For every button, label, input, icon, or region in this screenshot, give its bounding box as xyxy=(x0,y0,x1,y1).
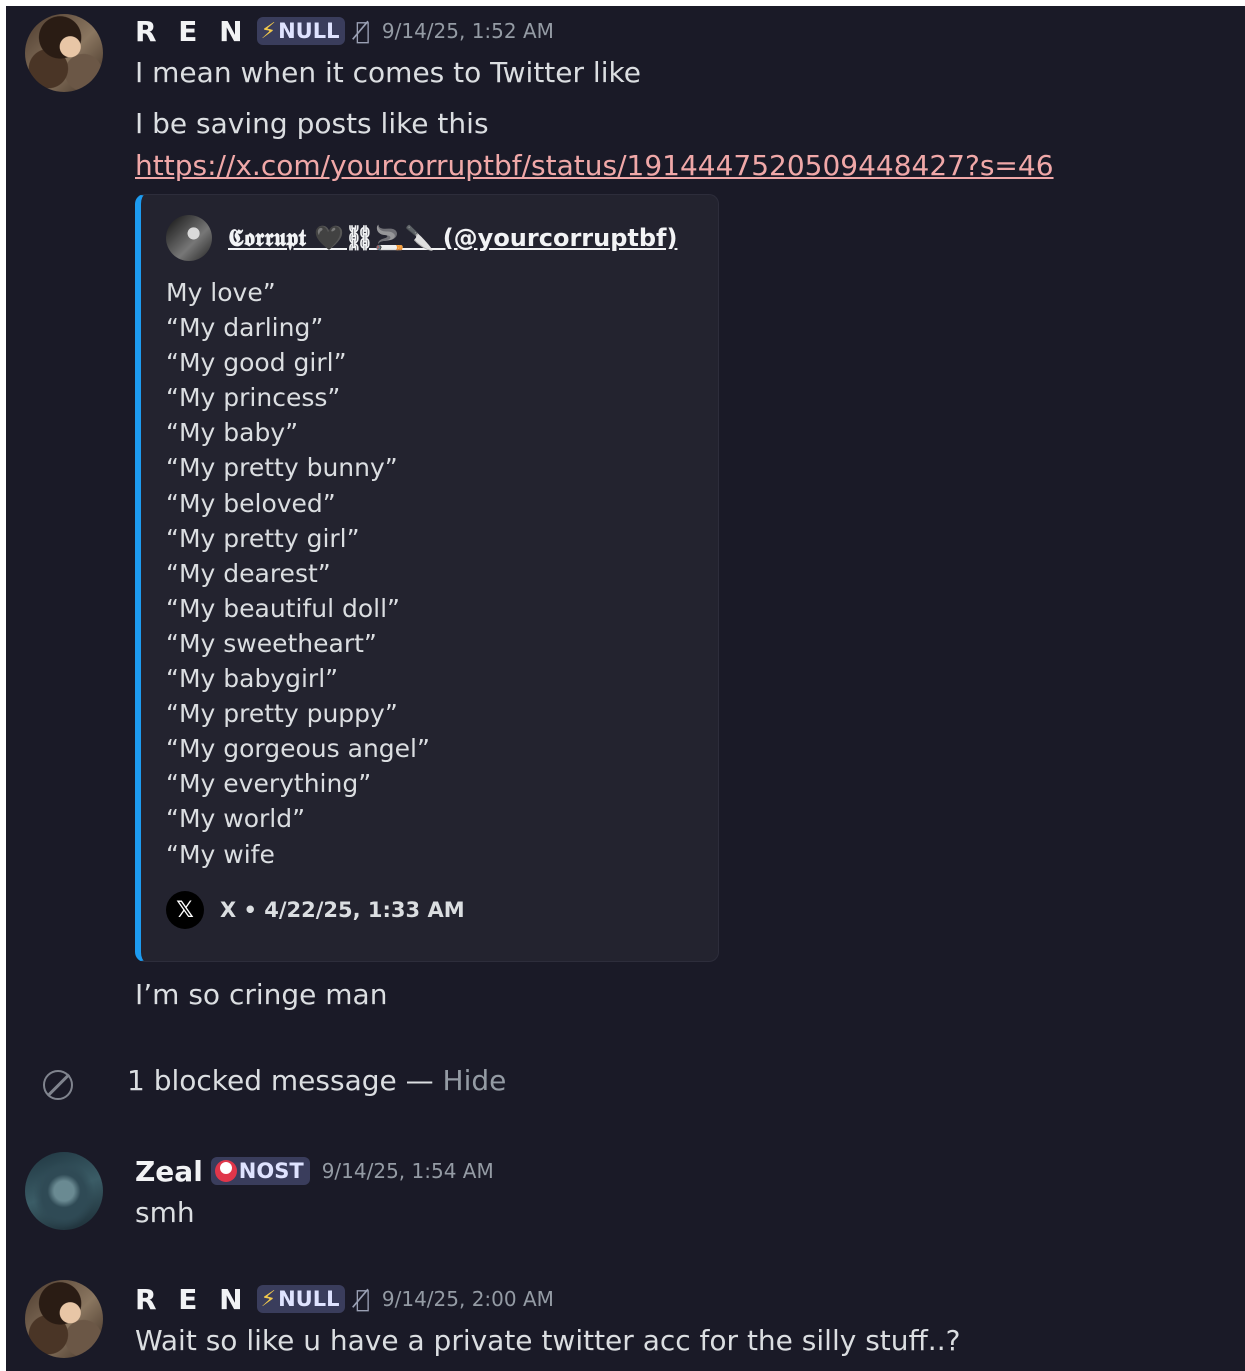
tweet-embed: 𝕮𝖔𝖗𝖗𝖚𝖕𝖙 🖤⛓🚬🔪 (@yourcorruptbf) My love” “… xyxy=(135,194,719,962)
embed-line: “My beloved” xyxy=(166,488,336,518)
embed-line: “My beautiful doll” xyxy=(166,593,400,623)
embed-footer-text: X • 4/22/25, 1:33 AM xyxy=(220,898,465,922)
orb-icon xyxy=(214,1160,237,1182)
message-text: Wait so like u have a private twitter ac… xyxy=(135,1324,961,1357)
embed-description: My love” “My darling” “My good girl” “My… xyxy=(166,275,430,872)
embed-line: “My pretty puppy” xyxy=(166,699,398,729)
timestamp[interactable]: 9/14/25, 2:00 AM xyxy=(382,1287,554,1311)
embed-line: “My wife xyxy=(166,839,275,869)
chat-view: R E N ⚡ NULL 🎙̸ 9/14/25, 1:52 AM I mean … xyxy=(6,6,1245,1371)
blocked-message-notice: 1 blocked message — Hide xyxy=(6,1058,1245,1108)
embed-line: “My world” xyxy=(166,804,306,834)
embed-line: “My pretty girl” xyxy=(166,523,360,553)
message-text: smh xyxy=(135,1196,195,1229)
guild-tag-label: NOST xyxy=(238,1159,304,1183)
blocked-label: 1 blocked message — xyxy=(127,1064,443,1097)
embed-footer: 𝕏 X • 4/22/25, 1:33 AM xyxy=(166,891,465,929)
embed-line: “My dearest” xyxy=(166,558,331,588)
message-header: Zeal NOST 9/14/25, 1:54 AM xyxy=(135,1154,494,1188)
avatar[interactable] xyxy=(25,1280,103,1358)
embed-line: “My darling” xyxy=(166,313,324,343)
username[interactable]: Zeal xyxy=(135,1155,203,1188)
username[interactable]: R E N xyxy=(135,1283,249,1316)
blocked-icon xyxy=(43,1070,73,1100)
lightning-icon: ⚡ xyxy=(260,1286,277,1312)
x-logo-icon: 𝕏 xyxy=(166,891,204,929)
avatar[interactable] xyxy=(25,1152,103,1230)
embed-line: “My baby” xyxy=(166,418,299,448)
guild-tag[interactable]: ⚡ NULL xyxy=(256,1285,346,1313)
embed-author-avatar xyxy=(166,215,212,261)
guild-tag-label: NULL xyxy=(278,1287,340,1311)
message-header: R E N ⚡ NULL 🎙̸ 9/14/25, 1:52 AM xyxy=(135,14,554,48)
embed-line: “My good girl” xyxy=(166,348,347,378)
avatar[interactable] xyxy=(25,14,103,92)
blocked-text: 1 blocked message — Hide xyxy=(127,1064,506,1097)
embed-line: My love” xyxy=(166,278,276,307)
message-text: I’m so cringe man xyxy=(135,978,388,1011)
username[interactable]: R E N xyxy=(135,15,249,48)
muted-mic-icon: 🎙̸ xyxy=(355,17,370,45)
embed-author-name[interactable]: 𝕮𝖔𝖗𝖗𝖚𝖕𝖙 🖤⛓🚬🔪 (@yourcorruptbf) xyxy=(228,224,677,252)
message-text: I be saving posts like this xyxy=(135,107,489,140)
guild-tag[interactable]: NOST xyxy=(210,1157,310,1185)
message-link[interactable]: https://x.com/yourcorruptbf/status/19144… xyxy=(135,149,1054,182)
embed-line: “My babygirl” xyxy=(166,664,339,694)
embed-author[interactable]: 𝕮𝖔𝖗𝖗𝖚𝖕𝖙 🖤⛓🚬🔪 (@yourcorruptbf) xyxy=(166,215,677,261)
guild-tag[interactable]: ⚡ NULL xyxy=(256,17,346,45)
embed-line: “My pretty bunny” xyxy=(166,453,398,483)
guild-tag-label: NULL xyxy=(278,19,340,43)
embed-line: “My everything” xyxy=(166,769,372,799)
muted-mic-icon: 🎙̸ xyxy=(355,1285,370,1313)
hide-button[interactable]: Hide xyxy=(443,1064,507,1097)
message-header: R E N ⚡ NULL 🎙̸ 9/14/25, 2:00 AM xyxy=(135,1282,554,1316)
message-text: I mean when it comes to Twitter like xyxy=(135,56,641,89)
timestamp[interactable]: 9/14/25, 1:54 AM xyxy=(322,1159,494,1183)
embed-line: “My gorgeous angel” xyxy=(166,734,430,764)
embed-line: “My sweetheart” xyxy=(166,628,377,658)
timestamp[interactable]: 9/14/25, 1:52 AM xyxy=(382,19,554,43)
lightning-icon: ⚡ xyxy=(260,18,277,44)
embed-line: “My princess” xyxy=(166,383,341,413)
